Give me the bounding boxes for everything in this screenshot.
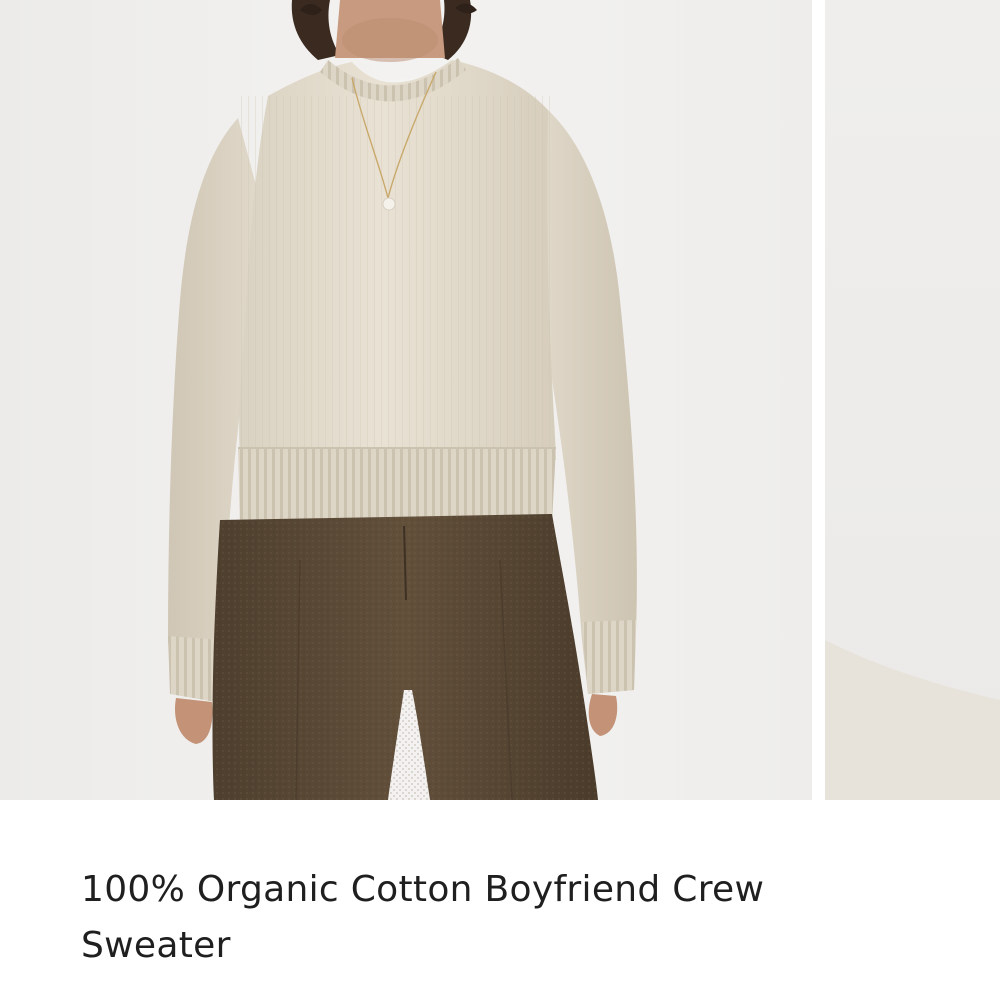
product-photo-next-peek[interactable] <box>825 0 1000 800</box>
product-title[interactable]: 100% Organic Cotton Boyfriend Crew Sweat… <box>81 862 901 974</box>
product-photo <box>825 0 1000 800</box>
product-photo <box>0 0 812 800</box>
product-image-carousel[interactable] <box>0 0 1000 800</box>
product-photo-model-front[interactable] <box>0 0 812 800</box>
